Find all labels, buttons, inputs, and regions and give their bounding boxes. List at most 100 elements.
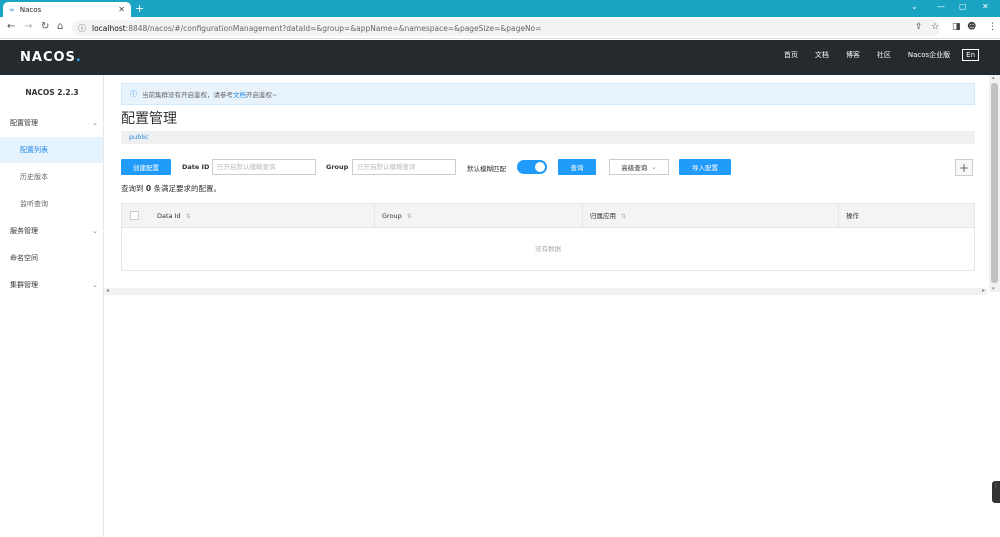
advanced-search-label: 高级查询 [621, 164, 648, 172]
chevron-down-icon: ⌄ [92, 119, 98, 127]
app-header: NACOS. 首页 文档 博客 社区 Nacos企业版 En [0, 40, 1000, 75]
auth-notice: ⓘ 当前集群没有开启鉴权，请参考 文档 开启鉴权~ [121, 83, 975, 105]
logo-dot: . [75, 50, 82, 65]
nav-community[interactable]: 社区 [877, 50, 891, 60]
sidebar-item-history[interactable]: 历史版本 [0, 164, 103, 190]
table-header: Data Id ⇅ Group ⇅ 归属应用 ⇅ 操作 [122, 204, 974, 228]
home-icon[interactable]: ⌂ [57, 21, 63, 32]
sort-icon[interactable]: ⇅ [186, 213, 191, 220]
column-label: Group [382, 212, 402, 220]
plus-icon[interactable]: + [955, 159, 973, 176]
group-search-input[interactable]: 已开启默认模糊查询 [352, 159, 456, 175]
language-switch[interactable]: En [962, 49, 979, 61]
profile-icon[interactable]: ☻ [967, 22, 976, 32]
sort-icon[interactable]: ⇅ [621, 213, 626, 220]
sidebar-item-namespace[interactable]: 命名空间 [0, 245, 103, 271]
nacos-logo[interactable]: NACOS. [20, 50, 82, 65]
reload-icon[interactable]: ↻ [41, 21, 49, 32]
dataid-search-input[interactable]: 已开启默认模糊查询 [212, 159, 316, 175]
column-header-group[interactable]: Group ⇅ [374, 204, 582, 228]
fuzzy-match-label: 默认模糊匹配 [467, 165, 506, 173]
nav-blog[interactable]: 博客 [846, 50, 860, 60]
minimize-icon[interactable]: — [937, 2, 945, 11]
import-config-button[interactable]: 导入配置 [679, 159, 731, 175]
create-config-button[interactable]: 创建配置 [121, 159, 171, 175]
horizontal-scrollbar[interactable]: ◂ ▸ [104, 287, 987, 295]
floating-side-widget[interactable]: ⋮ [992, 481, 1000, 503]
nav-home[interactable]: 首页 [784, 50, 798, 60]
nav-enterprise[interactable]: Nacos企业版 [908, 50, 950, 60]
empty-state: 没有数据 [535, 245, 561, 253]
back-icon[interactable]: ← [7, 21, 15, 32]
sidepanel-icon[interactable]: ◨ [952, 22, 961, 32]
sidebar-item-config-management[interactable]: 配置管理 ⌄ [0, 110, 103, 136]
config-table: Data Id ⇅ Group ⇅ 归属应用 ⇅ 操作 没有数据 [121, 203, 975, 271]
scroll-up-icon[interactable]: ▴ [992, 75, 995, 81]
scroll-left-icon[interactable]: ◂ [106, 287, 109, 294]
result-summary: 查询到 0 条满足要求的配置。 [121, 183, 221, 194]
scroll-down-icon[interactable]: ▾ [992, 286, 995, 292]
search-toolbar: 创建配置 Date ID 已开启默认模糊查询 Group 已开启默认模糊查询 默… [121, 159, 975, 176]
window-close-icon[interactable]: ✕ [982, 2, 989, 11]
column-header-dataid[interactable]: Data Id ⇅ [150, 204, 374, 228]
namespace-public[interactable]: public [129, 133, 149, 141]
sidebar-item-config-list[interactable]: 配置列表 [0, 137, 103, 163]
vertical-scrollbar[interactable]: ▴ ▾ [989, 75, 1000, 292]
result-prefix: 查询到 [121, 184, 144, 193]
logo-text: NACOS [20, 50, 76, 65]
top-nav: 首页 文档 博客 社区 Nacos企业版 En [767, 49, 979, 61]
url-host: localhost [92, 23, 126, 33]
advanced-search-button[interactable]: 高级查询 ⌄ [609, 159, 669, 175]
sidebar: NACOS 2.2.3 配置管理 ⌄ 配置列表 历史版本 监听查询 服务管理 ⌄… [0, 75, 104, 537]
notice-prefix: 当前集群没有开启鉴权，请参考 [142, 91, 233, 99]
result-suffix: 条满足要求的配置。 [153, 184, 222, 193]
dataid-label: Date ID [182, 163, 210, 171]
bookmark-star-icon[interactable]: ☆ [931, 22, 939, 32]
group-label: Group [326, 163, 349, 171]
chevron-down-icon: ⌄ [92, 281, 98, 289]
browser-tab[interactable]: ∞ Nacos ✕ [3, 2, 131, 17]
select-all-checkbox[interactable] [130, 211, 139, 220]
tab-title: Nacos [19, 5, 42, 14]
nav-docs[interactable]: 文档 [815, 50, 829, 60]
restore-icon[interactable]: ▢ [959, 2, 967, 11]
sidebar-item-label: 监听查询 [20, 200, 48, 208]
sidebar-item-listener-query[interactable]: 监听查询 [0, 191, 103, 217]
sidebar-item-cluster-management[interactable]: 集群管理 ⌄ [0, 272, 103, 298]
sidebar-item-service-management[interactable]: 服务管理 ⌄ [0, 218, 103, 244]
sidebar-item-label: 集群管理 [10, 281, 38, 289]
column-header-app[interactable]: 归属应用 ⇅ [582, 204, 838, 228]
info-icon[interactable]: ⓘ [78, 23, 86, 34]
fuzzy-match-toggle[interactable] [517, 160, 547, 174]
column-label: 操作 [846, 212, 859, 220]
toggle-knob [535, 162, 545, 172]
sidebar-item-label: 历史版本 [20, 173, 48, 181]
search-button[interactable]: 查询 [558, 159, 596, 175]
sidebar-item-label: 配置列表 [20, 146, 48, 154]
nacos-favicon-icon: ∞ [9, 5, 15, 14]
notice-suffix: 开启鉴权~ [246, 91, 278, 99]
tab-search-icon[interactable]: ⌄ [911, 2, 918, 11]
address-bar[interactable]: ⓘ localhost:8848/nacos/#/configurationMa… [72, 20, 940, 36]
scrollbar-thumb[interactable] [991, 83, 998, 283]
column-label: Data Id [157, 212, 181, 220]
url-path: :8848/nacos/#/configurationManagement?da… [125, 23, 542, 33]
forward-icon[interactable]: → [24, 21, 32, 32]
result-count: 0 [145, 184, 152, 193]
new-tab-button[interactable]: + [135, 2, 144, 15]
version-label: NACOS 2.2.3 [25, 88, 79, 97]
menu-kebab-icon[interactable]: ⋮ [988, 22, 997, 32]
main-content: ⓘ 当前集群没有开启鉴权，请参考 文档 开启鉴权~ 配置管理 public 创建配置… [104, 75, 987, 291]
sidebar-item-label: 命名空间 [10, 254, 38, 262]
notice-doc-link[interactable]: 文档 [233, 89, 246, 99]
share-icon[interactable]: ⇪ [915, 22, 923, 32]
close-icon[interactable]: ✕ [118, 5, 125, 14]
sort-icon[interactable]: ⇅ [407, 213, 412, 220]
column-header-actions: 操作 [838, 204, 974, 228]
info-circle-icon: ⓘ [130, 90, 137, 98]
sidebar-item-label: 服务管理 [10, 227, 38, 235]
chevron-down-icon: ⌄ [92, 227, 98, 235]
column-label: 归属应用 [590, 212, 616, 220]
browser-tab-bar: ∞ Nacos ✕ + ⌄ — ▢ ✕ [0, 0, 1000, 17]
scroll-right-icon[interactable]: ▸ [982, 287, 985, 294]
